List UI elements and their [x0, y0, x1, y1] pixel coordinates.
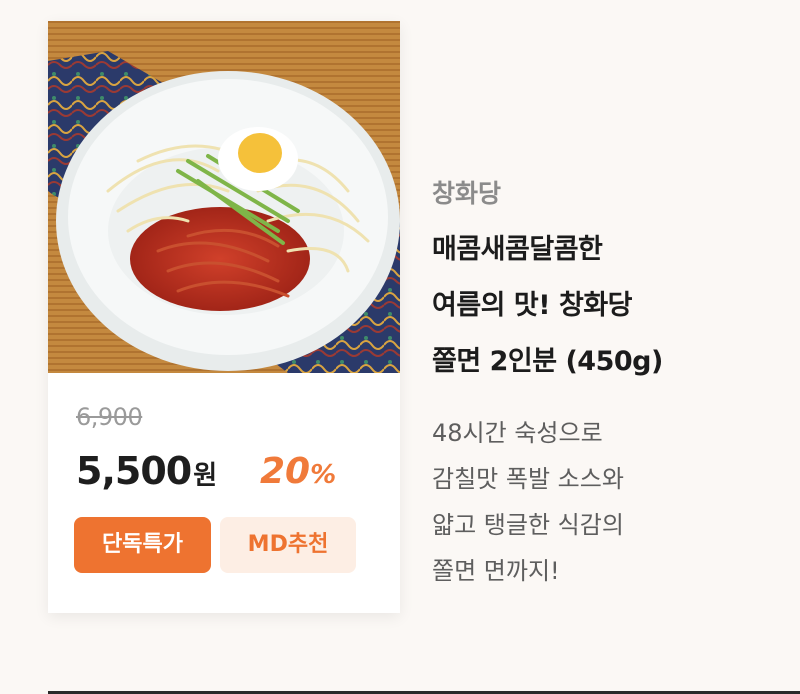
product-description: 48시간 숙성으로 감칠맛 폭발 소스와 얇고 탱글한 식감의 쫄면 면까지!: [432, 410, 772, 594]
original-price: 6,900: [76, 403, 143, 431]
discount-percent-sign: %: [310, 460, 337, 490]
product-title[interactable]: 매콤새콤달콤한 여름의 맛! 창화당 쫄면 2인분 (450g): [432, 222, 772, 390]
title-line: 여름의 맛! 창화당: [432, 290, 633, 321]
description-line: 48시간 숙성으로: [432, 419, 603, 447]
title-line: 쫄면 2인분 (450g): [432, 346, 663, 377]
description-line: 쫄면 면까지!: [432, 557, 560, 585]
description-line: 얇고 탱글한 식감의: [432, 511, 624, 539]
currency-label: 원: [193, 461, 218, 491]
md-pick-badge: MD추천: [220, 517, 356, 573]
sale-price: 5,500원: [76, 449, 217, 493]
description-line: 감칠맛 폭발 소스와: [432, 465, 624, 493]
product-image[interactable]: [48, 21, 400, 373]
discount-rate: 20%: [260, 451, 336, 492]
price-value: 5,500: [76, 449, 192, 493]
exclusive-deal-badge: 단독특가: [74, 517, 211, 573]
discount-number: 20: [260, 451, 311, 492]
brand-name[interactable]: 창화당: [432, 174, 501, 210]
title-line: 매콤새콤달콤한: [432, 234, 603, 265]
product-card[interactable]: 6,900 5,500원 20% 단독특가 MD추천: [48, 21, 400, 613]
